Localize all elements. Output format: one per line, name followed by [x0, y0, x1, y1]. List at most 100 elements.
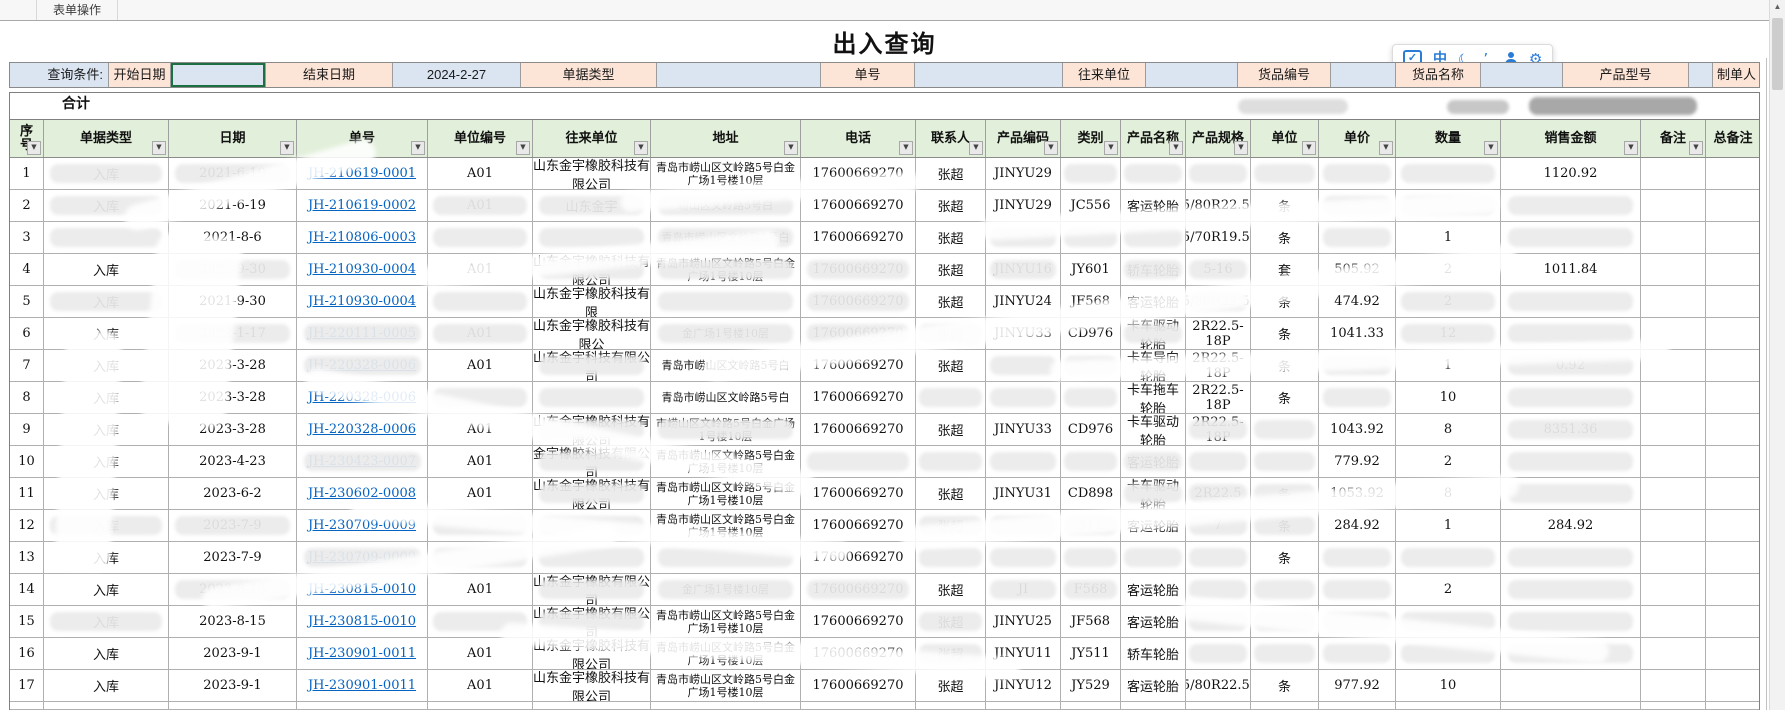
cell-col-unit-price: 505.92 [1319, 254, 1396, 285]
cell-col-total-remark [1706, 254, 1760, 285]
cell-empty [1501, 702, 1641, 709]
filter-dropdown-icon[interactable]: ▼ [1624, 141, 1638, 155]
filter-dropdown-icon[interactable]: ▼ [1169, 141, 1183, 155]
filter-dropdown-icon[interactable]: ▼ [1379, 141, 1393, 155]
cell-col-unit-price: 1041.33 [1319, 318, 1396, 349]
cell-col-phone: 17600669270 [801, 158, 916, 189]
filter-dropdown-icon[interactable]: ▼ [634, 141, 648, 155]
cell-col-unit [1251, 574, 1319, 605]
doc-no-link[interactable]: JH-230602-0008 [308, 486, 416, 501]
cell-col-product-spec: 2R22.5-18P [1186, 318, 1251, 349]
header-col-unit-price: 单价▼ [1319, 120, 1396, 157]
doc-no-link[interactable]: JH-230709-0009 [308, 518, 416, 533]
doc-no-link[interactable]: JH-230423-0007 [308, 454, 416, 469]
cell-col-category: JC556 [1061, 190, 1121, 221]
cell-col-seq: 3 [10, 222, 44, 253]
partner-input[interactable] [1146, 63, 1238, 87]
filter-dropdown-icon[interactable]: ▼ [899, 141, 913, 155]
table-row: 32021-8-6JH-210806-0003青岛市崂山区文岭路5号白17600… [10, 222, 1759, 254]
goods-name-input[interactable] [1481, 63, 1563, 87]
cell-col-partner: 山东金宇橡胶科技有限公司 [533, 670, 651, 701]
cell-col-product-code: JINYU33 [986, 318, 1061, 349]
filter-dropdown-icon[interactable]: ▼ [411, 141, 425, 155]
filter-dropdown-icon[interactable]: ▼ [280, 141, 294, 155]
doc-type-label: 单据类型 [521, 63, 657, 87]
end-date-input[interactable]: 2024-2-27 [393, 63, 521, 87]
doc-no-link[interactable]: JH-230709-0009 [308, 550, 416, 565]
doc-no-link[interactable]: JH-210930-0004 [308, 262, 416, 277]
filter-dropdown-icon[interactable]: ▼ [1044, 141, 1058, 155]
header-col-total-remark: 总备注 [1706, 120, 1760, 157]
cell-col-seq: 16 [10, 638, 44, 669]
cell-col-contact: 张超 [916, 318, 986, 349]
header-col-qty: 数量▼ [1396, 120, 1501, 157]
cell-empty [1641, 702, 1706, 709]
doc-no-link[interactable]: JH-230815-0010 [308, 614, 416, 629]
tab-form-operations[interactable]: 表单操作 [36, 0, 118, 20]
cell-col-product-name: 轿车轮胎 [1121, 254, 1186, 285]
cell-col-product-name: 卡车导向轮胎 [1121, 350, 1186, 381]
cell-col-contact [916, 382, 986, 413]
cell-col-unit: 条 [1251, 222, 1319, 253]
cell-col-product-name: 客运轮胎 [1121, 670, 1186, 701]
doc-no-link[interactable]: JH-220328-0006 [308, 422, 416, 437]
table-row: 17入库2023-9-1JH-230901-0011A01山东金宇橡胶科技有限公… [10, 670, 1759, 702]
cell-col-doc-no: JH-230815-0010 [297, 574, 428, 605]
cell-col-seq: 15 [10, 606, 44, 637]
doc-no-input[interactable] [915, 63, 1063, 87]
cell-empty [1186, 702, 1251, 709]
vertical-scrollbar[interactable]: ▲ [1769, 0, 1785, 710]
cell-col-product-spec: 5/80R22.5- [1186, 190, 1251, 221]
scroll-up-arrow[interactable]: ▲ [1770, 0, 1785, 16]
filter-dropdown-icon[interactable]: ▼ [784, 141, 798, 155]
filter-dropdown-icon[interactable]: ▼ [969, 141, 983, 155]
cell-col-phone: 17600669270 [801, 574, 916, 605]
filter-dropdown-icon[interactable]: ▼ [1302, 141, 1316, 155]
doc-no-link[interactable]: JH-210619-0001 [308, 166, 416, 181]
cell-col-product-name [1121, 542, 1186, 573]
filter-dropdown-icon[interactable]: ▼ [1484, 141, 1498, 155]
cell-col-doc-type: 入库 [44, 414, 169, 445]
product-model-input[interactable] [1689, 63, 1713, 87]
cell-col-total-remark [1706, 574, 1760, 605]
filter-dropdown-icon[interactable]: ▼ [1234, 141, 1248, 155]
cell-col-doc-no: JH-230709-0009 [297, 510, 428, 541]
cell-empty [986, 702, 1061, 709]
cell-col-remark [1641, 574, 1706, 605]
cell-col-sales-amount [1501, 606, 1641, 637]
cell-col-product-code: JINYU24 [986, 286, 1061, 317]
cell-col-unit-price: 1053.92 [1319, 478, 1396, 509]
doc-no-link[interactable]: JH-220328-0006 [308, 390, 416, 405]
filter-dropdown-icon[interactable]: ▼ [1689, 141, 1703, 155]
cell-col-product-name: 卡车驱动轮胎 [1121, 478, 1186, 509]
filter-dropdown-icon[interactable]: ▼ [152, 141, 166, 155]
doc-no-link[interactable]: JH-230901-0011 [308, 646, 416, 661]
cell-col-contact: 张超 [916, 350, 986, 381]
doc-no-link[interactable]: JH-230815-0010 [308, 582, 416, 597]
doc-no-link[interactable]: JH-230901-0011 [308, 678, 416, 693]
cell-col-unit-code [428, 222, 533, 253]
cell-col-remark [1641, 542, 1706, 573]
cell-col-doc-type: 入库 [44, 574, 169, 605]
doc-no-link[interactable]: JH-220111-0005 [308, 326, 416, 341]
start-date-input[interactable] [171, 63, 266, 87]
cell-empty [651, 702, 801, 709]
doc-no-link[interactable]: JH-210619-0002 [308, 198, 416, 213]
cell-col-remark [1641, 350, 1706, 381]
doc-no-link[interactable]: JH-210806-0003 [308, 230, 416, 245]
goods-code-input[interactable] [1331, 63, 1396, 87]
doc-type-input[interactable] [657, 63, 821, 87]
table-header-row: 序号▼单据类型▼日期▼单号▼单位编号▼往来单位▼地址▼电话▼联系人▼产品编码▼类… [10, 120, 1759, 158]
filter-dropdown-icon[interactable]: ▼ [27, 141, 41, 155]
cell-col-product-code [986, 350, 1061, 381]
query-caption: 查询条件: [10, 63, 109, 87]
cell-col-category [1061, 542, 1121, 573]
cell-col-doc-type: 入库 [44, 190, 169, 221]
cell-col-remark [1641, 510, 1706, 541]
scroll-thumb[interactable] [1772, 18, 1783, 90]
cell-col-product-code: JINYU31 [986, 478, 1061, 509]
doc-no-link[interactable]: JH-220328-0006 [308, 358, 416, 373]
doc-no-link[interactable]: JH-210930-0004 [308, 294, 416, 309]
filter-dropdown-icon[interactable]: ▼ [1104, 141, 1118, 155]
filter-dropdown-icon[interactable]: ▼ [516, 141, 530, 155]
